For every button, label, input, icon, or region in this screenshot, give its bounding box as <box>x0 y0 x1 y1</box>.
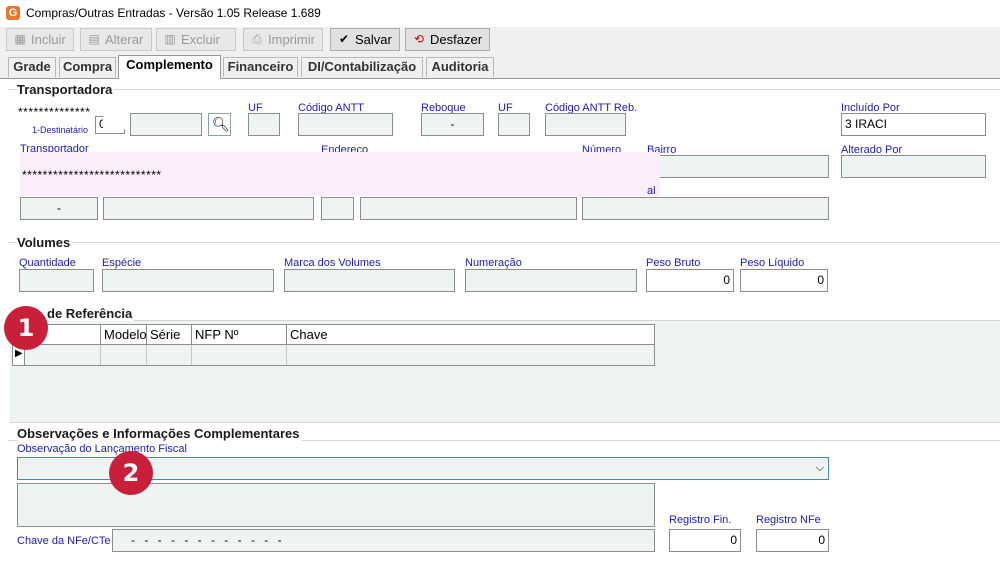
quantidade-label: Quantidade <box>19 257 76 269</box>
grid-delete-icon: ▥ <box>164 32 176 46</box>
excluir-button[interactable]: ▥ Excluir <box>156 28 236 51</box>
magnifier-icon: 🔍︎ <box>212 116 230 132</box>
peso-bruto-label: Peso Bruto <box>646 257 701 269</box>
numero-field[interactable] <box>321 197 354 220</box>
grid-col-header[interactable]: Modelo <box>101 325 147 345</box>
excluir-label: Excluir <box>181 32 221 47</box>
bairro-field[interactable] <box>647 155 829 178</box>
imprimir-button[interactable]: ⎙ Imprimir <box>243 28 323 51</box>
desfazer-button[interactable]: ⟲ Desfazer <box>405 28 490 51</box>
reboque-field[interactable]: - <box>421 113 484 136</box>
transportador-name: *************************** <box>22 168 162 182</box>
toolbar: ▦ Incluir ▤ Alterar ▥ Excluir ⎙ Imprimir ✔ Sa… <box>0 27 1000 53</box>
imprimir-label: Imprimir <box>268 32 315 47</box>
obs-textarea[interactable] <box>17 483 655 527</box>
window-title: Compras/Outras Entradas - Versão 1.05 Re… <box>26 6 321 20</box>
registro-nfe-label: Registro NFe <box>756 514 821 526</box>
alterar-button[interactable]: ▤ Alterar <box>80 28 152 51</box>
tab-auditoria[interactable]: Auditoria <box>426 57 494 77</box>
tab-bar: Grade Compra Complemento Financeiro DI/C… <box>0 55 1000 79</box>
transportadora-group-line <box>8 89 1000 90</box>
grid-col-header[interactable]: NFP Nº <box>192 325 287 345</box>
codigo-antt-reb-field[interactable] <box>545 113 626 136</box>
annotation-badge-1: 1 <box>4 306 48 350</box>
marca-label: Marca dos Volumes <box>284 257 381 269</box>
volumes-title: Volumes <box>17 235 73 250</box>
grid-add-icon: ▦ <box>14 32 26 46</box>
transportadora-code-field[interactable] <box>130 113 202 136</box>
annotation-badge-2: 2 <box>109 451 153 495</box>
alterar-label: Alterar <box>105 32 144 47</box>
tab-grade[interactable]: Grade <box>8 57 56 77</box>
volumes-group-line <box>8 242 1000 243</box>
grid-cell[interactable] <box>287 345 654 365</box>
uf-reboque-field[interactable] <box>498 113 530 136</box>
tab-compra[interactable]: Compra <box>59 57 116 77</box>
destinatario-label: 1-Destinatário <box>32 125 89 135</box>
codigo-antt-field[interactable] <box>298 113 393 136</box>
incluir-label: Incluir <box>31 32 66 47</box>
uf-field[interactable] <box>248 113 280 136</box>
numeracao-field[interactable] <box>465 269 637 292</box>
registro-nfe-field: 0 <box>756 529 829 552</box>
search-button[interactable]: 🔍︎ <box>208 113 231 136</box>
app-icon: G <box>6 6 20 20</box>
printer-icon: ⎙ <box>252 32 262 46</box>
peso-liquido-label: Peso Líquido <box>740 257 805 269</box>
especie-label: Espécie <box>102 257 142 269</box>
tab-di-contabilizacao[interactable]: DI/Contabilização <box>301 57 423 77</box>
quantidade-field[interactable] <box>19 269 94 292</box>
grid-col-header[interactable]: Chave <box>287 325 654 345</box>
save-check-icon: ✔ <box>338 32 350 46</box>
referencia-grid[interactable]: a Modelo Série NFP Nº Chave ▶ <box>12 324 655 366</box>
cep-field[interactable]: - <box>20 197 98 220</box>
grid-cell[interactable] <box>25 345 101 365</box>
referencia-title: de Referência <box>47 306 135 321</box>
tab-complemento[interactable]: Complemento <box>118 55 221 79</box>
observacoes-title: Observações e Informações Complementares <box>17 426 302 441</box>
title-bar: G Compras/Outras Entradas - Versão 1.05 … <box>0 0 1000 27</box>
tab-financeiro[interactable]: Financeiro <box>223 57 298 77</box>
grid-cell[interactable] <box>101 345 147 365</box>
desfazer-label: Desfazer <box>430 32 483 47</box>
registro-fin-label: Registro Fin. <box>669 514 732 526</box>
especie-field[interactable] <box>102 269 274 292</box>
complemento-panel: Transportadora ************** 1-Destinat… <box>0 79 1000 567</box>
grid-col-header[interactable]: Série <box>147 325 192 345</box>
chave-nfe-label: Chave da NFe/CTe <box>17 535 111 547</box>
transportadora-code: ************** <box>18 105 91 119</box>
transportadora-title: Transportadora <box>17 82 115 97</box>
incluido-por-field: 3 IRACI <box>841 113 986 136</box>
grid-cell[interactable] <box>147 345 192 365</box>
obs-lancamento-label: Observação do Lançamento Fiscal <box>17 443 187 455</box>
peso-liquido-field[interactable]: 0 <box>740 269 828 292</box>
grid-cell[interactable] <box>192 345 287 365</box>
salvar-button[interactable]: ✔ Salvar <box>330 28 400 51</box>
municipio-label: al <box>647 185 656 197</box>
municipio-field[interactable] <box>582 197 829 220</box>
chevron-down-icon: ⌵ <box>815 462 824 474</box>
undo-icon: ⟲ <box>413 32 425 46</box>
salvar-label: Salvar <box>355 32 392 47</box>
marca-field[interactable] <box>284 269 455 292</box>
complemento-field[interactable] <box>360 197 577 220</box>
incluir-button[interactable]: ▦ Incluir <box>6 28 74 51</box>
chave-nfe-field[interactable]: - - - - - - - - - - - - <box>112 529 655 552</box>
grid-edit-icon: ▤ <box>88 32 100 46</box>
peso-bruto-field[interactable]: 0 <box>646 269 734 292</box>
alterado-por-field <box>841 155 986 178</box>
endereco-field[interactable] <box>103 197 314 220</box>
numeracao-label: Numeração <box>465 257 522 269</box>
registro-fin-field: 0 <box>669 529 741 552</box>
